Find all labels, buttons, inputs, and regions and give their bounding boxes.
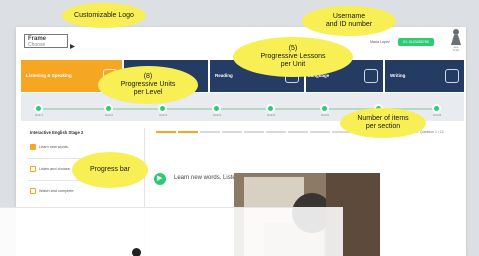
- unit-dot-5[interactable]: [266, 104, 275, 113]
- unit-label: Unit 6: [321, 113, 329, 117]
- callout-lessons: (5) Progressive Lessons per Unit: [233, 37, 353, 77]
- callout-items: Number of items per section: [340, 108, 426, 138]
- lesson-title: Reading: [215, 73, 233, 78]
- speaker-button[interactable]: ▶: [154, 173, 166, 185]
- avatar[interactable]: Jane Smith: [450, 29, 462, 52]
- lesson-title: Writing: [390, 73, 406, 78]
- callout-username: Username and ID number: [302, 6, 396, 36]
- lesson-title: Listening & Speaking: [26, 73, 72, 78]
- callout-logo: Customizable Logo: [62, 3, 146, 28]
- sidebar-title: Interactive English Stage 2: [30, 130, 84, 135]
- progress-segment: [222, 131, 242, 133]
- callout-units: (8) Progressive Units per Level: [98, 66, 198, 104]
- unit-label: Unit 2: [105, 113, 113, 117]
- lesson-card-writing[interactable]: Writing: [385, 60, 464, 92]
- progress-segment: [266, 131, 286, 133]
- sidebar-item-learn[interactable]: Learn new words.: [39, 145, 69, 149]
- cut-off-glyph: [132, 248, 141, 256]
- progress-segment: [178, 131, 198, 133]
- avatar-caption: Jane Smith: [452, 46, 460, 52]
- progress-segment: [244, 131, 264, 133]
- speaker-icon: ▶: [157, 175, 163, 182]
- logo-line-2: Choose: [28, 42, 46, 48]
- avatar-body-icon: [451, 35, 461, 45]
- unit-dot-4[interactable]: [212, 104, 221, 113]
- writing-icon: [445, 69, 459, 83]
- unit-label: Unit 4: [213, 113, 221, 117]
- checkbox-icon[interactable]: [30, 166, 36, 172]
- language-icon: [364, 69, 378, 83]
- sidebar-item-listen[interactable]: Listen and choose.: [39, 167, 71, 171]
- progress-segment: [310, 131, 330, 133]
- unit-label: Unit 8: [433, 113, 441, 117]
- username: Maria Lopez: [370, 40, 390, 44]
- unit-label: Unit 3: [159, 113, 167, 117]
- progress-segment: [156, 131, 176, 133]
- question-counter: Question 1 / 12: [420, 130, 444, 134]
- unit-label: Unit 5: [267, 113, 275, 117]
- progress-segment: [200, 131, 220, 133]
- unit-dot-3[interactable]: [158, 104, 167, 113]
- unit-dot-8[interactable]: [432, 104, 441, 113]
- callout-progress: Progress bar: [72, 152, 148, 188]
- progress-segment: [288, 131, 308, 133]
- id-badge[interactable]: ID: 0123456789: [398, 38, 434, 46]
- checkbox-icon[interactable]: [30, 188, 36, 194]
- avatar-head-icon: [453, 29, 459, 35]
- unit-dot-2[interactable]: [104, 104, 113, 113]
- unit-dot-6[interactable]: [320, 104, 329, 113]
- brand-logo[interactable]: Frame Choose: [24, 34, 68, 48]
- sidebar-item-watch[interactable]: Watch and complete.: [39, 189, 75, 193]
- unit-dot-1[interactable]: [34, 104, 43, 113]
- checkbox-icon[interactable]: [30, 144, 36, 150]
- bottom-overlay-panel: [0, 207, 343, 256]
- unit-label: Unit 1: [35, 113, 43, 117]
